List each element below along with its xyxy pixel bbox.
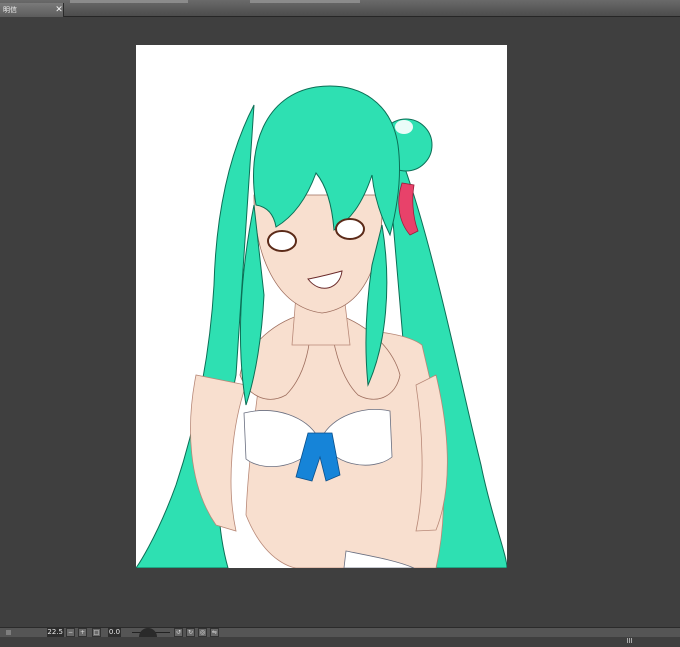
rotation-slider-knob[interactable]	[139, 628, 157, 637]
rotation-angle-field[interactable]: 0.0	[108, 628, 121, 637]
document-tab[interactable]: 明信 ✕	[0, 3, 64, 17]
rotate-left-icon[interactable]: ↺	[174, 628, 183, 637]
close-icon[interactable]: ✕	[54, 5, 64, 15]
fit-screen-icon[interactable]: □	[92, 628, 101, 637]
document-tab-bar: 明信 ✕	[0, 0, 680, 17]
zoom-out-icon[interactable]: −	[66, 628, 75, 637]
rotation-slider[interactable]	[132, 628, 170, 637]
rotate-right-icon[interactable]: ↻	[186, 628, 195, 637]
zoom-level-field[interactable]: 22.5	[47, 628, 64, 637]
resize-grip-icon[interactable]	[627, 628, 636, 643]
status-bar: 22.5 − + □ 0.0 ↺ ↻ ◎ ⇋	[0, 627, 680, 643]
canvas-workspace[interactable]	[0, 17, 680, 627]
document-tab-title: 明信	[3, 6, 17, 14]
canvas-paper[interactable]	[136, 45, 507, 568]
zoom-in-icon[interactable]: +	[78, 628, 87, 637]
tab-bar-divider	[70, 0, 188, 3]
navigator-toggle-icon[interactable]	[6, 630, 11, 635]
tab-bar-divider	[250, 0, 360, 3]
artwork-illustration	[136, 85, 507, 568]
flip-icon[interactable]: ⇋	[210, 628, 219, 637]
reset-rotation-icon[interactable]: ◎	[198, 628, 207, 637]
